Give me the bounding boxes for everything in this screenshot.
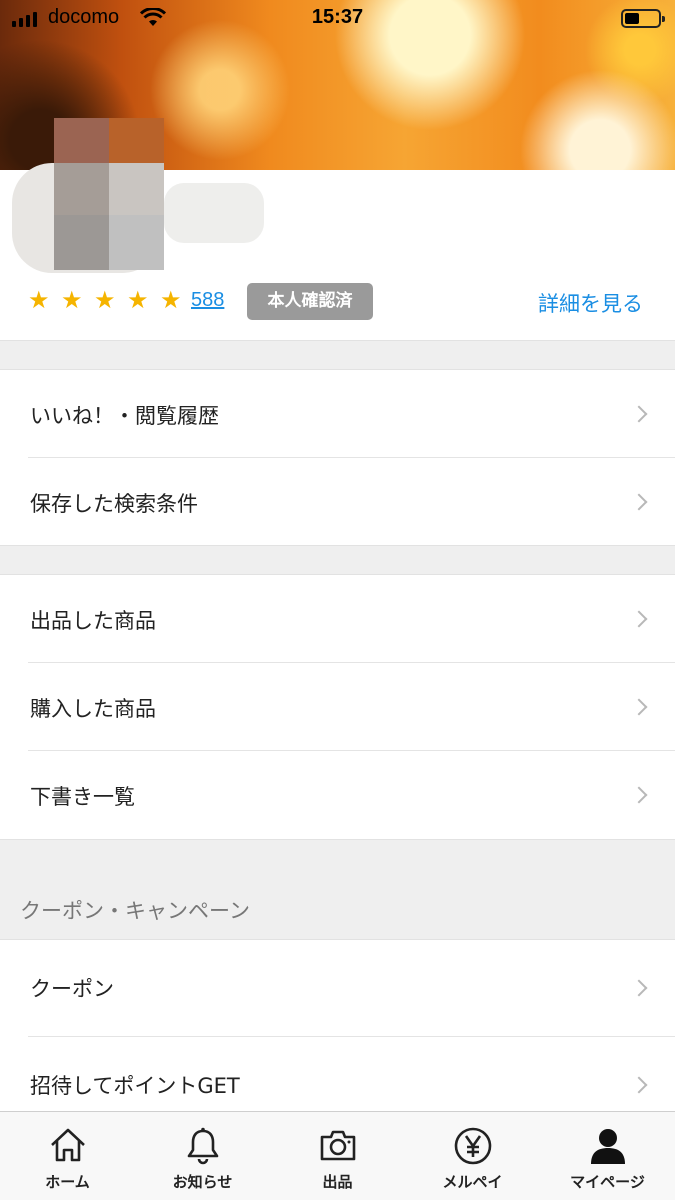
chevron-right-icon <box>630 979 648 997</box>
chevron-right-icon <box>630 610 648 628</box>
menu-item-purchased-items[interactable]: 購入した商品 <box>0 663 675 751</box>
section-gap <box>0 340 675 370</box>
star-icon: ★ <box>94 286 116 314</box>
clock: 15:37 <box>311 6 364 28</box>
menu-item-drafts[interactable]: 下書き一覧 <box>0 751 675 839</box>
section-gap <box>0 545 675 575</box>
menu-item-likes-history[interactable]: いいね！・閲覧履歴 <box>0 370 675 458</box>
review-count-link[interactable]: 588 <box>191 289 224 312</box>
battery-icon <box>621 9 665 28</box>
star-icon: ★ <box>28 286 50 314</box>
section-title: クーポン・キャンペーン <box>20 899 250 923</box>
avatar[interactable] <box>12 118 267 276</box>
view-details-link[interactable]: 詳細を見る <box>538 288 643 318</box>
tab-label: 出品 <box>322 1173 353 1191</box>
tab-sell[interactable]: 出品 <box>270 1112 405 1200</box>
menu-item-coupons[interactable]: クーポン <box>0 940 675 1037</box>
identity-verified-badge: 本人確認済 <box>247 283 373 320</box>
tab-notifications[interactable]: お知らせ <box>135 1112 270 1200</box>
menu-item-label: 下書き一覧 <box>30 785 135 809</box>
bell-icon <box>183 1126 223 1170</box>
star-icon: ★ <box>127 286 149 314</box>
star-icon: ★ <box>160 286 182 314</box>
status-bar: docomo 15:37 <box>0 0 675 40</box>
home-icon <box>48 1126 88 1168</box>
menu-item-label: 購入した商品 <box>30 697 156 721</box>
chevron-right-icon <box>630 698 648 716</box>
tab-label: マイページ <box>570 1173 645 1191</box>
menu-item-label: 招待してポイントGET <box>30 1074 240 1098</box>
rating-stars[interactable]: ★ ★ ★ ★ ★ <box>28 286 182 314</box>
menu-item-label: 保存した検索条件 <box>30 492 198 516</box>
section-header: クーポン・キャンペーン <box>0 839 675 940</box>
chevron-right-icon <box>630 786 648 804</box>
tab-label: ホーム <box>45 1173 90 1191</box>
menu-item-saved-searches[interactable]: 保存した検索条件 <box>0 458 675 545</box>
rating-row: ★ ★ ★ ★ ★ 588 本人確認済 詳細を見る <box>0 280 675 324</box>
tab-home[interactable]: ホーム <box>0 1112 135 1200</box>
menu-item-invite[interactable]: 招待してポイントGET <box>0 1037 675 1111</box>
tab-label: メルペイ <box>442 1173 503 1191</box>
tab-bar: ホーム お知らせ 出品 メルペイ マイページ <box>0 1111 675 1200</box>
person-icon <box>588 1126 628 1170</box>
menu-item-label: いいね！・閲覧履歴 <box>30 404 219 428</box>
chevron-right-icon <box>630 1076 648 1094</box>
star-icon: ★ <box>61 286 83 314</box>
menu-item-label: クーポン <box>30 977 114 1001</box>
menu-item-label: 出品した商品 <box>30 609 156 633</box>
chevron-right-icon <box>630 405 648 423</box>
menu-item-listed-items[interactable]: 出品した商品 <box>0 575 675 663</box>
camera-icon <box>318 1126 358 1168</box>
tab-merpay[interactable]: メルペイ <box>405 1112 540 1200</box>
yen-icon <box>453 1126 493 1170</box>
tab-label: お知らせ <box>172 1173 233 1191</box>
tab-mypage[interactable]: マイページ <box>540 1112 675 1200</box>
chevron-right-icon <box>630 493 648 511</box>
